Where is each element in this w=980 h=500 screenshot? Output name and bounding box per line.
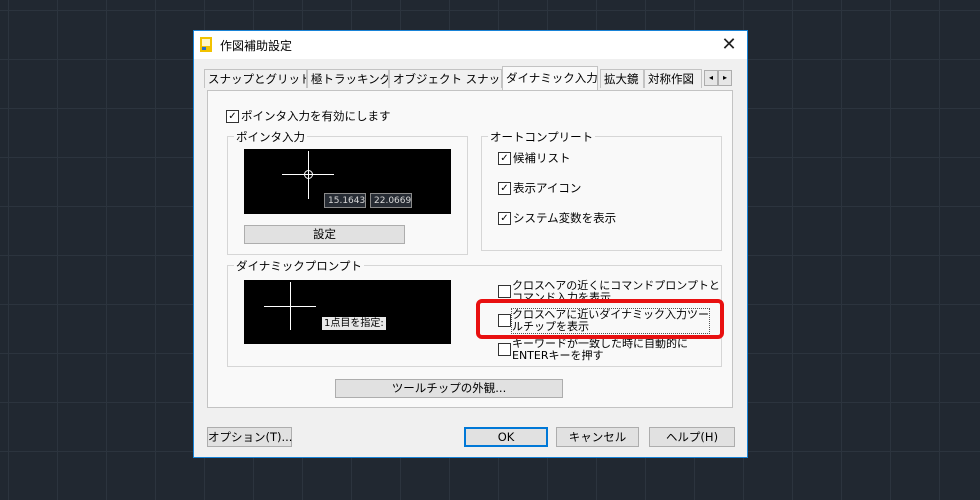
autocomplete-group: オートコンプリート ✓ 候補リスト ✓ 表示アイコン ✓ システム変数を表示 bbox=[481, 129, 722, 251]
display-icon-checkbox[interactable]: ✓ bbox=[498, 182, 511, 195]
tab-panel-dynamic-input: ✓ ポインタ入力を有効にします ポインタ入力 15.1643 22.0669 設… bbox=[207, 90, 733, 408]
coord-x-field: 15.1643 bbox=[324, 193, 366, 208]
prompt-near-crosshair-checkbox[interactable] bbox=[498, 285, 511, 298]
pointer-input-group-label: ポインタ入力 bbox=[234, 129, 307, 145]
pointer-input-group: ポインタ入力 15.1643 22.0669 設定 bbox=[227, 129, 468, 255]
title-bar[interactable]: 作図補助設定 ✕ bbox=[194, 31, 747, 59]
auto-enter-line2: ENTERキーを押す bbox=[512, 349, 604, 362]
ok-button[interactable]: OK bbox=[464, 427, 548, 447]
candidate-list-checkbox[interactable]: ✓ bbox=[498, 152, 511, 165]
annotation-highlight-box bbox=[476, 299, 724, 339]
tab-magnifier[interactable]: 拡大鏡 bbox=[600, 69, 644, 88]
tooltip-appearance-button[interactable]: ツールチップの外観... bbox=[335, 379, 563, 398]
tab-symmetry[interactable]: 対称作図 bbox=[644, 69, 702, 88]
enable-pointer-input-checkbox[interactable]: ✓ bbox=[226, 110, 239, 123]
coord-y-field: 22.0669 bbox=[370, 193, 412, 208]
candidate-list-label: 候補リスト bbox=[513, 151, 571, 165]
dynamic-prompt-preview: 1点目を指定: bbox=[244, 280, 451, 344]
tab-object-snap[interactable]: オブジェクト スナップ bbox=[389, 69, 502, 88]
tab-polar-tracking[interactable]: 極トラッキング bbox=[307, 69, 389, 88]
system-variables-label: システム変数を表示 bbox=[513, 211, 617, 225]
crosshair-center-icon bbox=[304, 170, 313, 179]
app-icon bbox=[200, 37, 212, 52]
autocomplete-group-label: オートコンプリート bbox=[488, 129, 596, 145]
help-button[interactable]: ヘルプ(H) bbox=[649, 427, 735, 447]
dynamic-prompt-group-label: ダイナミックプロンプト bbox=[234, 258, 364, 274]
enable-pointer-input-label: ポインタ入力を有効にします bbox=[241, 109, 391, 123]
dialog-title: 作図補助設定 bbox=[220, 39, 293, 53]
tab-snap-grid[interactable]: スナップとグリッド bbox=[204, 69, 307, 88]
tab-scroll-right-icon[interactable]: ▸ bbox=[718, 70, 732, 86]
display-icon-label: 表示アイコン bbox=[513, 181, 582, 195]
prompt-tooltip: 1点目を指定: bbox=[322, 317, 386, 330]
crosshair-v bbox=[290, 282, 291, 330]
drafting-settings-dialog: 作図補助設定 ✕ スナップとグリッド 極トラッキング オブジェクト スナップ ダ… bbox=[193, 30, 748, 458]
auto-enter-label: キーワードが一致した時に自動的に ENTERキーを押す bbox=[512, 338, 688, 362]
pointer-input-preview: 15.1643 22.0669 bbox=[244, 149, 451, 214]
auto-enter-checkbox[interactable] bbox=[498, 343, 511, 356]
options-button[interactable]: オプション(T)... bbox=[207, 427, 292, 447]
close-button[interactable]: ✕ bbox=[717, 34, 741, 56]
system-variables-checkbox[interactable]: ✓ bbox=[498, 212, 511, 225]
cancel-button[interactable]: キャンセル bbox=[556, 427, 639, 447]
tab-strip: スナップとグリッド 極トラッキング オブジェクト スナップ ダイナミック入力 拡… bbox=[204, 66, 734, 91]
tab-scroll-left-icon[interactable]: ◂ bbox=[704, 70, 718, 86]
pointer-settings-button[interactable]: 設定 bbox=[244, 225, 405, 244]
tab-dynamic-input[interactable]: ダイナミック入力 bbox=[502, 66, 598, 90]
